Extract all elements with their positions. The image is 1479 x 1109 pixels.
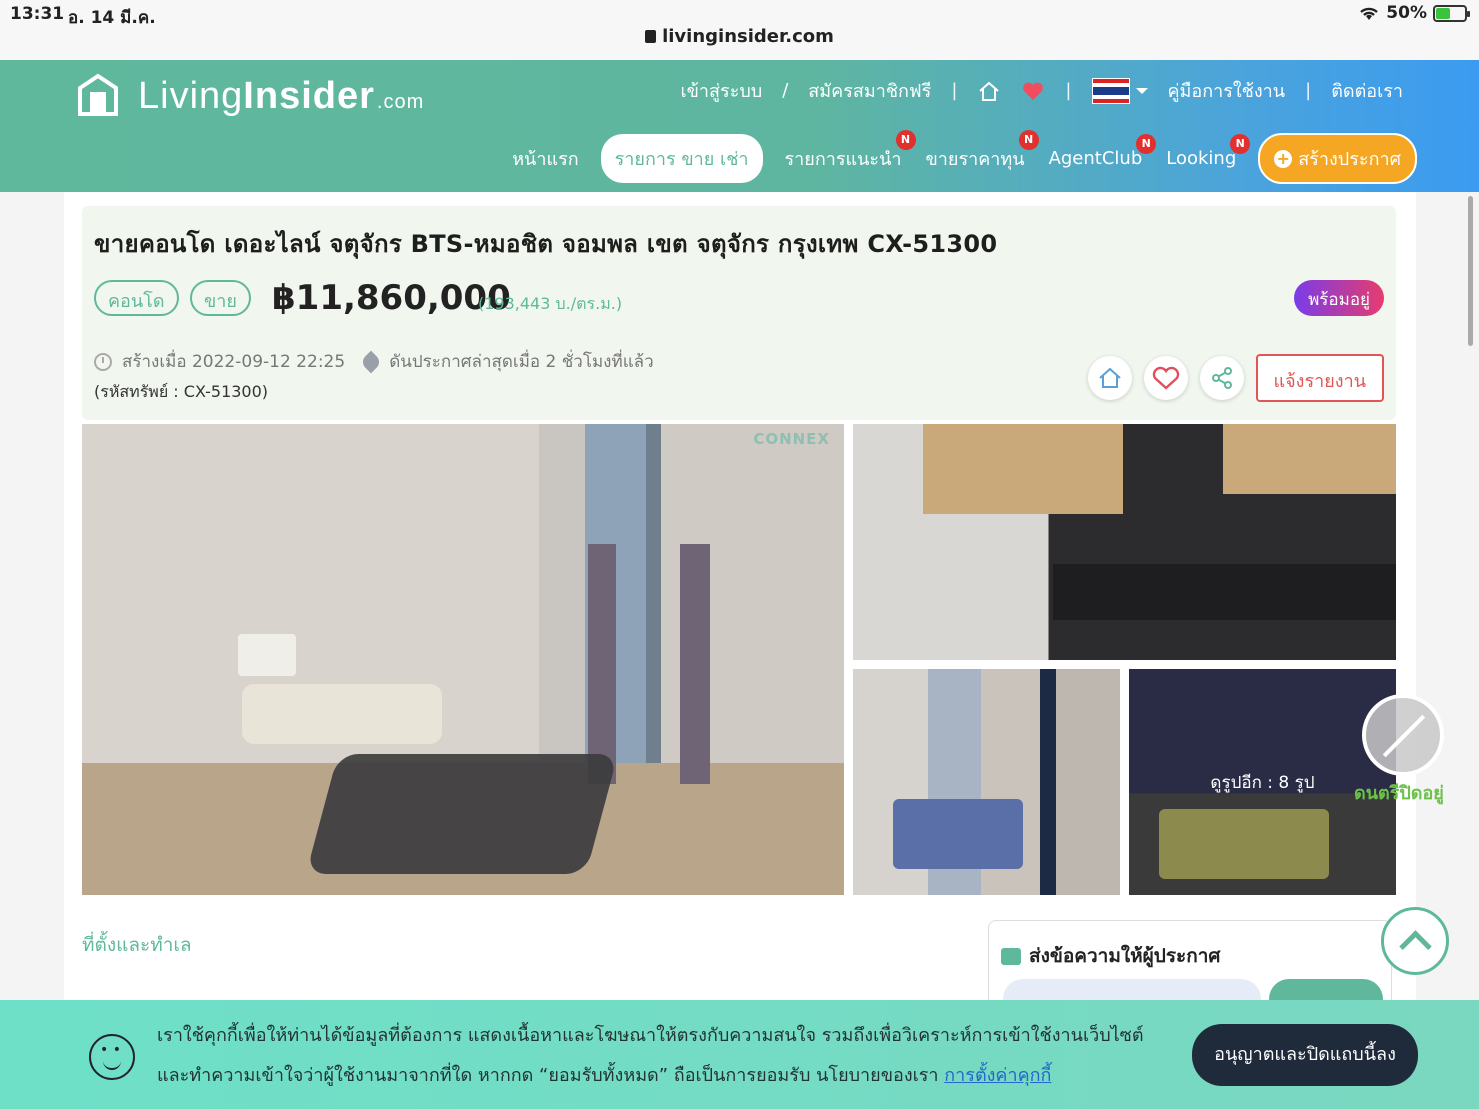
cookie-line-2: และทำความเข้าใจว่าผู้ใช้งานมาจากที่ใด หา… — [157, 1065, 1052, 1086]
listing-actions: แจ้งรายงาน — [1087, 354, 1384, 402]
chat-icon — [1001, 947, 1021, 965]
boosted-time: ดันประกาศล่าสุดเมื่อ 2 ชั่วโมงที่แล้ว — [389, 352, 654, 372]
divider: | — [951, 80, 958, 101]
wifi-icon — [1360, 7, 1379, 20]
rocket-icon — [359, 350, 383, 373]
heart-icon[interactable] — [1021, 80, 1045, 102]
site-logo[interactable]: LivingInsider .com — [76, 72, 424, 120]
kitchen-photo[interactable] — [853, 424, 1396, 660]
compare-home-button[interactable] — [1087, 356, 1132, 400]
battery-percent: 50% — [1386, 3, 1427, 23]
register-link[interactable]: สมัครสมาชิกฟรี — [808, 76, 931, 105]
main-nav: หน้าแรก รายการ ขาย เช่า รายการแนะนำ N ขาย… — [510, 130, 1417, 184]
status-right: 50% — [1358, 3, 1470, 23]
status-bar: 13:31 อ. 14 มี.ค. 50% livinginsider.com — [0, 0, 1479, 60]
lock-icon — [645, 30, 657, 43]
share-icon — [1211, 367, 1232, 389]
contact-box: ส่งข้อความให้ผู้ประกาศ — [988, 920, 1392, 1019]
nav-looking[interactable]: Looking N — [1164, 134, 1251, 177]
report-button[interactable]: แจ้งรายงาน — [1255, 354, 1384, 402]
contact-link[interactable]: ติดต่อเรา — [1331, 76, 1403, 105]
contact-box-title: ส่งข้อความให้ผู้ประกาศ — [1001, 941, 1220, 971]
cookie-line-1: เราใช้คุกกี้เพื่อให้ท่านได้ข้อมูลที่ต้อง… — [157, 1025, 1144, 1046]
music-toggle-button[interactable] — [1362, 694, 1444, 776]
back-to-top-button[interactable] — [1381, 907, 1449, 975]
listing-meta: สร้างเมื่อ 2022-09-12 22:25 ดันประกาศล่า… — [94, 348, 654, 375]
divider: | — [1065, 80, 1072, 101]
new-badge: N — [1018, 130, 1039, 150]
cookie-text: เราใช้คุกกี้เพื่อให้ท่านได้ข้อมูลที่ต้อง… — [157, 1016, 1167, 1096]
favorite-button[interactable] — [1143, 356, 1188, 400]
new-badge: N — [1230, 134, 1251, 154]
accept-cookies-button[interactable]: อนุญาตและปิดแถบนี้ลง — [1192, 1024, 1418, 1086]
logo-house-icon — [78, 73, 118, 116]
bedroom-photo[interactable] — [853, 669, 1120, 895]
status-time: 13:31 — [10, 4, 65, 24]
top-nav: เข้าสู่ระบบ / สมัครสมาชิกฟรี | | คู่มือก… — [680, 76, 1403, 105]
logo-wordmark: LivingInsider .com — [138, 74, 425, 117]
deal-tag[interactable]: ขาย — [190, 280, 251, 316]
location-section-title: ที่ตั้งและทำเล — [82, 934, 192, 956]
price-per-sqm: (193,443 บ./ตร.ม.) — [478, 294, 623, 313]
plus-icon: + — [1274, 149, 1293, 168]
create-listing-button[interactable]: + สร้างประกาศ — [1258, 133, 1417, 184]
new-badge: N — [1136, 134, 1157, 154]
listing-price: ฿11,860,000 — [272, 278, 511, 318]
chevron-down-icon[interactable] — [1135, 87, 1148, 94]
page-scrollbar[interactable] — [1468, 196, 1473, 346]
listing-page: ขายคอนโด เดอะไลน์ จตุจักร BTS-หมอชิต จอม… — [64, 192, 1416, 1012]
nav-home[interactable]: หน้าแรก — [510, 136, 580, 181]
main-photo[interactable]: CONNEX — [82, 424, 844, 895]
status-badge: พร้อมอยู่ — [1294, 280, 1384, 316]
thai-flag-icon[interactable] — [1091, 77, 1130, 104]
clock-icon — [94, 352, 112, 371]
site-header: LivingInsider .com เข้าสู่ระบบ / สมัครสมา… — [0, 60, 1479, 192]
nav-agentclub[interactable]: AgentClub N — [1047, 134, 1157, 177]
listing-header: ขายคอนโด เดอะไลน์ จตุจักร BTS-หมอชิต จอม… — [82, 206, 1396, 420]
url-text: livinginsider.com — [662, 26, 834, 47]
created-date: สร้างเมื่อ 2022-09-12 22:25 — [122, 352, 346, 372]
nav-cost-price[interactable]: ขายราคาทุน N — [924, 130, 1039, 181]
share-button[interactable] — [1199, 356, 1244, 400]
music-status-label: ดนตรีปิดอยู่ — [1354, 783, 1444, 804]
guide-link[interactable]: คู่มือการใช้งาน — [1168, 76, 1286, 105]
asset-code: (รหัสทรัพย์ : CX-51300) — [94, 382, 269, 401]
address-bar[interactable]: livinginsider.com — [0, 26, 1479, 47]
smiley-icon — [89, 1034, 135, 1080]
heart-icon — [1152, 366, 1179, 390]
divider: | — [1305, 80, 1312, 101]
slash-separator: / — [782, 80, 789, 101]
login-link[interactable]: เข้าสู่ระบบ — [680, 76, 762, 105]
nav-recommended[interactable]: รายการแนะนำ N — [783, 130, 916, 181]
home-icon[interactable] — [977, 80, 1001, 102]
cookie-settings-link[interactable]: การตั้งค่าคุกกี้ — [944, 1065, 1051, 1086]
type-tag[interactable]: คอนโด — [94, 280, 179, 316]
cookie-banner: เราใช้คุกกี้เพื่อให้ท่านได้ข้อมูลที่ต้อง… — [0, 1000, 1479, 1109]
battery-icon — [1433, 4, 1470, 22]
home-icon — [1098, 367, 1121, 388]
photo-watermark: CONNEX — [753, 430, 830, 448]
new-badge: N — [895, 130, 916, 150]
listing-title: ขายคอนโด เดอะไลน์ จตุจักร BTS-หมอชิต จอม… — [94, 230, 998, 258]
nav-listings[interactable]: รายการ ขาย เช่า — [600, 134, 763, 183]
